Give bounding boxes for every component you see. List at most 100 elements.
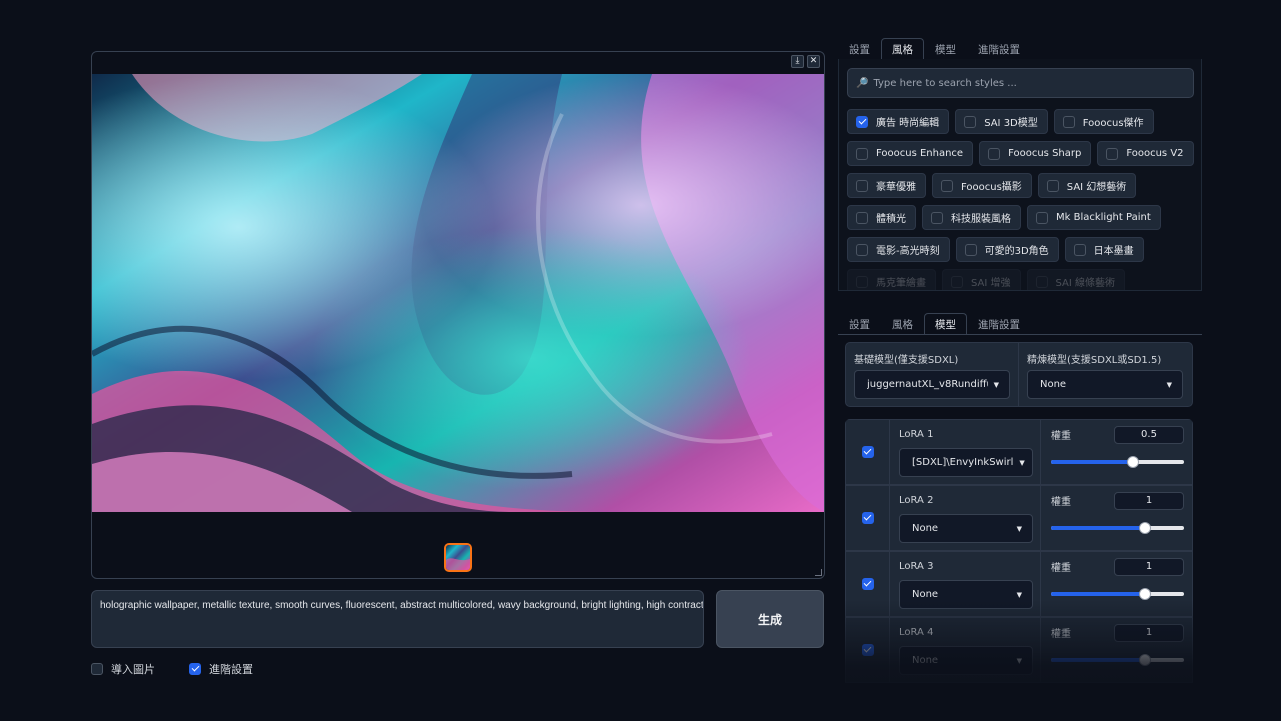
tab-style[interactable]: 風格 — [881, 313, 924, 335]
style-search-input[interactable]: 🔎 Type here to search styles ... — [847, 68, 1194, 98]
lora-enable-cell — [846, 552, 890, 616]
style-option[interactable]: Mk Blacklight Paint — [1027, 205, 1161, 230]
prompt-textarea[interactable]: holographic wallpaper, metallic texture,… — [91, 590, 704, 648]
style-option[interactable]: SAI 線條藝術 — [1026, 269, 1126, 290]
lora-enable-checkbox[interactable] — [861, 644, 874, 656]
lora-weight-input[interactable]: 1 — [1114, 624, 1184, 642]
lora-weight-slider[interactable] — [1051, 588, 1184, 600]
style-option[interactable]: 電影-高光時刻 — [847, 237, 950, 262]
lora-model-value: [SDXL]\EnvyInkSwirl — [912, 457, 1014, 468]
tab-settings[interactable]: 設置 — [838, 38, 881, 60]
lora-row: LoRA 3 None ▼ 權重 1 — [845, 551, 1193, 617]
gallery-thumbnail[interactable] — [444, 543, 472, 572]
style-row: 廣告 時尚編輯 SAI 3D模型 Fooocus傑作 — [847, 109, 1199, 134]
lora-model-dropdown[interactable]: None ▼ — [899, 580, 1033, 609]
lora-weight-slider[interactable] — [1051, 522, 1184, 534]
refiner-column: 精煉模型(支援SDXL或SD1.5) None ▼ — [1019, 343, 1194, 406]
import-image-checkbox[interactable] — [91, 663, 103, 675]
model-panel: 基礎模型(僅支援SDXL) juggernautXL_v8Rundiffus ▼… — [845, 342, 1193, 407]
style-row: 體積光 科技服裝風格 Mk Blacklight Paint — [847, 205, 1199, 230]
style-option[interactable]: 科技服裝風格 — [922, 205, 1021, 230]
slider-fill — [1051, 526, 1146, 530]
lora-enable-cell — [846, 420, 890, 484]
lora-weight-input[interactable]: 0.5 — [1114, 426, 1184, 444]
style-option[interactable]: 豪華優雅 — [847, 173, 926, 198]
lora-enable-checkbox[interactable] — [861, 578, 874, 590]
style-label: SAI 增強 — [971, 278, 1011, 289]
import-image-option[interactable]: 導入圖片 — [91, 661, 155, 677]
styles-panel: 🔎 Type here to search styles ... 廣告 時尚編輯… — [838, 59, 1202, 291]
refiner-model-value: None — [1040, 379, 1067, 390]
style-option[interactable]: SAI 增強 — [942, 269, 1021, 290]
style-checkbox[interactable] — [1073, 243, 1086, 256]
style-option[interactable]: Fooocus V2 — [1097, 141, 1194, 166]
generate-button[interactable]: 生成 — [716, 590, 824, 648]
close-icon[interactable]: ✕ — [807, 55, 820, 68]
style-list: 廣告 時尚編輯 SAI 3D模型 Fooocus傑作 Fooocus Enhance F… — [847, 109, 1199, 290]
style-row: 電影-高光時刻 可愛的3D角色 日本墨畫 — [847, 237, 1199, 262]
slider-fill — [1051, 592, 1146, 596]
style-option[interactable]: SAI 3D模型 — [955, 109, 1048, 134]
style-option[interactable]: Fooocus傑作 — [1053, 109, 1154, 134]
style-checkbox[interactable] — [1046, 179, 1059, 192]
lora-weight-slider[interactable] — [1051, 456, 1184, 468]
style-checkbox[interactable] — [1062, 115, 1075, 128]
lora-model-dropdown[interactable]: None ▼ — [899, 514, 1033, 543]
style-checkbox[interactable] — [941, 179, 953, 192]
tab-model[interactable]: 模型 — [924, 38, 967, 60]
style-checkbox[interactable] — [931, 211, 943, 224]
style-checkbox[interactable] — [964, 243, 977, 256]
style-option[interactable]: 廣告 時尚編輯 — [847, 109, 950, 134]
style-option[interactable]: 日本墨畫 — [1064, 237, 1144, 262]
base-model-dropdown[interactable]: juggernautXL_v8Rundiffus ▼ — [854, 370, 1010, 399]
lora-label: LoRA 2 — [899, 495, 934, 506]
style-checkbox[interactable] — [988, 147, 1001, 160]
style-option[interactable]: Fooocus Sharp — [979, 141, 1092, 166]
style-checkbox[interactable] — [856, 115, 868, 128]
lora-model-dropdown[interactable]: None ▼ — [899, 646, 1033, 675]
tab-advanced[interactable]: 進階設置 — [967, 38, 1031, 60]
style-checkbox[interactable] — [964, 115, 977, 128]
advanced-checkbox[interactable] — [189, 663, 201, 675]
advanced-option[interactable]: 進階設置 — [189, 661, 253, 677]
lora-row: LoRA 2 None ▼ 權重 1 — [845, 485, 1193, 551]
slider-handle[interactable] — [1139, 522, 1152, 534]
lora-label: LoRA 4 — [899, 627, 934, 638]
advanced-label: 進階設置 — [209, 663, 253, 676]
style-checkbox[interactable] — [856, 147, 868, 160]
lora-weight-slider[interactable] — [1051, 654, 1184, 666]
generated-image[interactable] — [92, 74, 824, 512]
lora-weight-label: 權重 — [1051, 563, 1071, 574]
style-checkbox[interactable] — [951, 275, 963, 288]
refiner-model-dropdown[interactable]: None ▼ — [1027, 370, 1183, 399]
style-option[interactable]: 馬克筆繪畫 — [847, 269, 936, 290]
style-checkbox[interactable] — [856, 275, 868, 288]
tab-style[interactable]: 風格 — [881, 38, 924, 60]
download-icon[interactable]: ⤓ — [791, 55, 804, 68]
style-checkbox[interactable] — [1036, 211, 1048, 224]
lora-enable-checkbox[interactable] — [861, 446, 874, 458]
tab-advanced[interactable]: 進階設置 — [967, 313, 1031, 335]
lora-weight-input[interactable]: 1 — [1114, 492, 1184, 510]
style-option[interactable]: SAI 幻想藝術 — [1037, 173, 1137, 198]
lora-weight-label: 權重 — [1051, 497, 1071, 508]
slider-handle[interactable] — [1139, 654, 1152, 666]
tab-settings[interactable]: 設置 — [838, 313, 881, 335]
resize-handle[interactable] — [815, 569, 822, 576]
slider-handle[interactable] — [1127, 456, 1140, 468]
style-checkbox[interactable] — [856, 179, 868, 192]
style-option[interactable]: Fooocus攝影 — [932, 173, 1032, 198]
lora-enable-cell — [846, 618, 890, 682]
style-checkbox[interactable] — [856, 243, 868, 256]
style-checkbox[interactable] — [856, 211, 868, 224]
style-checkbox[interactable] — [1106, 147, 1119, 160]
slider-handle[interactable] — [1139, 588, 1152, 600]
lora-weight-input[interactable]: 1 — [1114, 558, 1184, 576]
style-option[interactable]: Fooocus Enhance — [847, 141, 974, 166]
lora-enable-checkbox[interactable] — [861, 512, 874, 524]
style-checkbox[interactable] — [1035, 275, 1048, 288]
style-option[interactable]: 體積光 — [847, 205, 916, 230]
style-option[interactable]: 可愛的3D角色 — [955, 237, 1059, 262]
tab-model[interactable]: 模型 — [924, 313, 967, 335]
lora-model-dropdown[interactable]: [SDXL]\EnvyInkSwirl ▼ — [899, 448, 1033, 477]
